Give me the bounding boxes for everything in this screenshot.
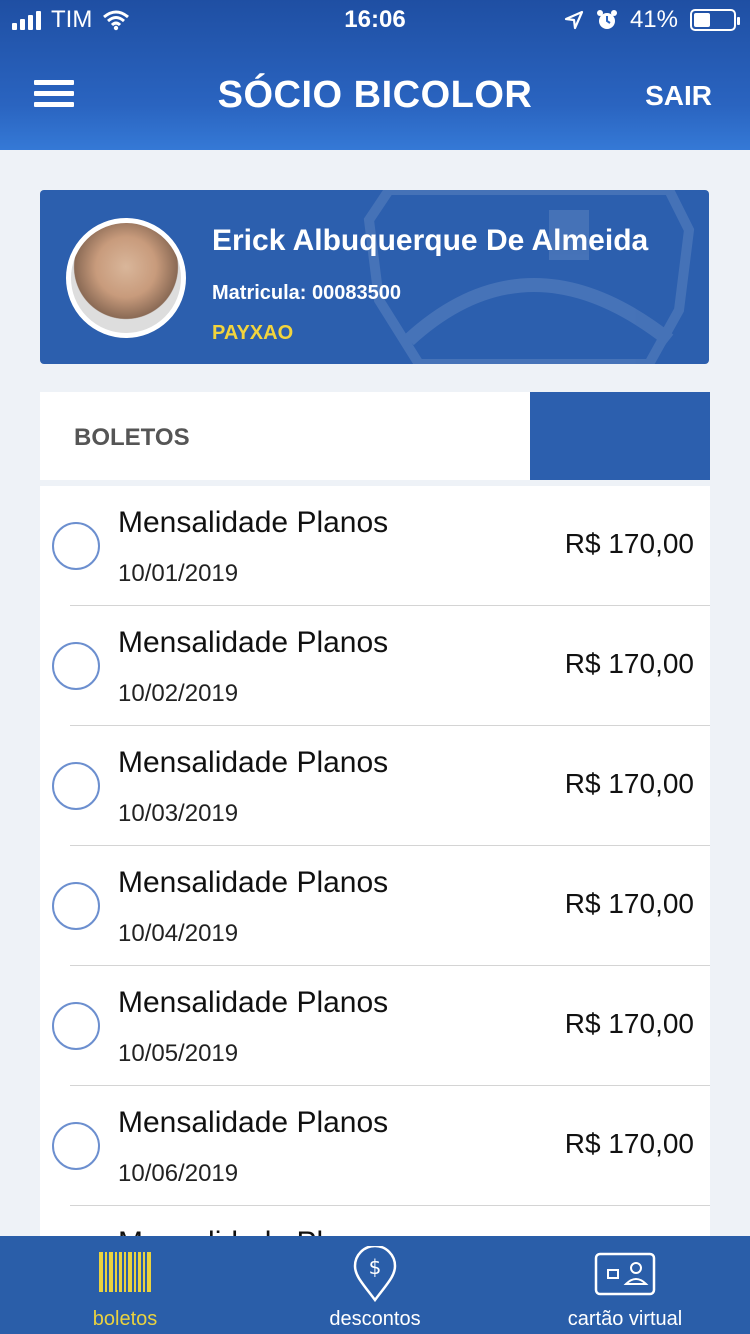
select-radio[interactable] bbox=[52, 1002, 100, 1050]
battery-percent: 41% bbox=[629, 6, 678, 33]
boleto-amount: R$ 170,00 bbox=[564, 1128, 694, 1159]
boleto-row[interactable]: Mensalidade Planos 10/01/2019 R$ 170,00 bbox=[40, 486, 710, 606]
boleto-row[interactable]: Mensalidade Planos 10/02/2019 R$ 170,00 bbox=[40, 606, 710, 726]
id-card-icon bbox=[594, 1252, 656, 1296]
boleto-description: Mensalidade Planos bbox=[118, 1226, 388, 1236]
battery-icon bbox=[690, 9, 740, 31]
boleto-description: Mensalidade Planos bbox=[118, 986, 389, 1019]
alarm-icon bbox=[596, 10, 617, 29]
boletos-list: Mensalidade Planos 10/01/2019 R$ 170,00 … bbox=[40, 486, 710, 1236]
tab-boletos[interactable]: boletos bbox=[0, 1236, 250, 1334]
boleto-amount: R$ 170,00 bbox=[564, 768, 694, 799]
boleto-row[interactable]: Mensalidade Planos bbox=[40, 1206, 710, 1236]
page-title: SÓCIO BICOLOR bbox=[217, 74, 533, 116]
logout-button[interactable]: SAIR bbox=[645, 80, 712, 112]
member-plan: PAYXAO bbox=[212, 322, 294, 344]
boleto-row[interactable]: Mensalidade Planos 10/05/2019 R$ 170,00 bbox=[40, 966, 710, 1086]
status-right: 41% bbox=[564, 6, 740, 34]
boleto-description: Mensalidade Planos bbox=[118, 746, 389, 779]
nav-bar: SÓCIO BICOLOR SAIR bbox=[0, 70, 750, 130]
battery-fill bbox=[694, 13, 710, 27]
select-radio[interactable] bbox=[52, 642, 100, 690]
boleto-date: 10/03/2019 bbox=[118, 800, 239, 827]
boleto-amount: R$ 170,00 bbox=[564, 528, 694, 559]
boleto-date: 10/06/2019 bbox=[118, 1160, 239, 1187]
boleto-description: Mensalidade Planos bbox=[118, 1106, 389, 1139]
boletos-section-header: BOLETOS bbox=[40, 392, 710, 480]
tab-label: boletos bbox=[92, 1308, 158, 1330]
location-icon bbox=[564, 10, 584, 30]
select-radio[interactable] bbox=[52, 762, 100, 810]
avatar bbox=[66, 218, 186, 338]
tab-descontos[interactable]: $ descontos bbox=[250, 1236, 500, 1334]
boleto-row[interactable]: Mensalidade Planos 10/03/2019 R$ 170,00 bbox=[40, 726, 710, 846]
boletos-section-label: BOLETOS bbox=[74, 424, 190, 451]
boleto-amount: R$ 170,00 bbox=[564, 648, 694, 679]
boleto-row[interactable]: Mensalidade Planos 10/04/2019 R$ 170,00 bbox=[40, 846, 710, 966]
boleto-description: Mensalidade Planos bbox=[118, 506, 389, 539]
boleto-date: 10/05/2019 bbox=[118, 1040, 239, 1067]
boleto-description: Mensalidade Planos bbox=[118, 626, 389, 659]
select-radio[interactable] bbox=[52, 522, 100, 570]
select-radio[interactable] bbox=[52, 1122, 100, 1170]
tab-cartao-virtual[interactable]: cartão virtual bbox=[500, 1236, 750, 1334]
member-name: Erick Albuquerque De Almeida bbox=[212, 224, 649, 257]
boleto-row[interactable]: Mensalidade Planos 10/06/2019 R$ 170,00 bbox=[40, 1086, 710, 1206]
boleto-date: 10/01/2019 bbox=[118, 560, 239, 587]
club-crest-watermark bbox=[363, 190, 695, 364]
status-bar: TIM 16:06 41% bbox=[0, 0, 750, 40]
app-header: TIM 16:06 41% SÓCIO BICOLOR SAIR bbox=[0, 0, 750, 150]
boleto-amount: R$ 170,00 bbox=[564, 1008, 694, 1039]
select-radio[interactable] bbox=[52, 882, 100, 930]
member-card: Erick Albuquerque De Almeida Matricula: … bbox=[40, 190, 709, 364]
discount-pin-icon: $ bbox=[353, 1246, 397, 1302]
member-registration: Matricula: 00083500 bbox=[212, 282, 402, 304]
boletos-header-action[interactable] bbox=[530, 392, 710, 480]
barcode-icon bbox=[99, 1252, 151, 1292]
tab-label: descontos bbox=[329, 1308, 421, 1330]
boleto-amount: R$ 170,00 bbox=[564, 888, 694, 919]
boleto-description: Mensalidade Planos bbox=[118, 866, 389, 899]
boleto-date: 10/02/2019 bbox=[118, 680, 239, 707]
svg-text:$: $ bbox=[369, 1255, 382, 1279]
tab-label: cartão virtual bbox=[567, 1308, 683, 1330]
boleto-date: 10/04/2019 bbox=[118, 920, 239, 947]
tab-bar: boletos $ descontos cartão virtual bbox=[0, 1236, 750, 1334]
